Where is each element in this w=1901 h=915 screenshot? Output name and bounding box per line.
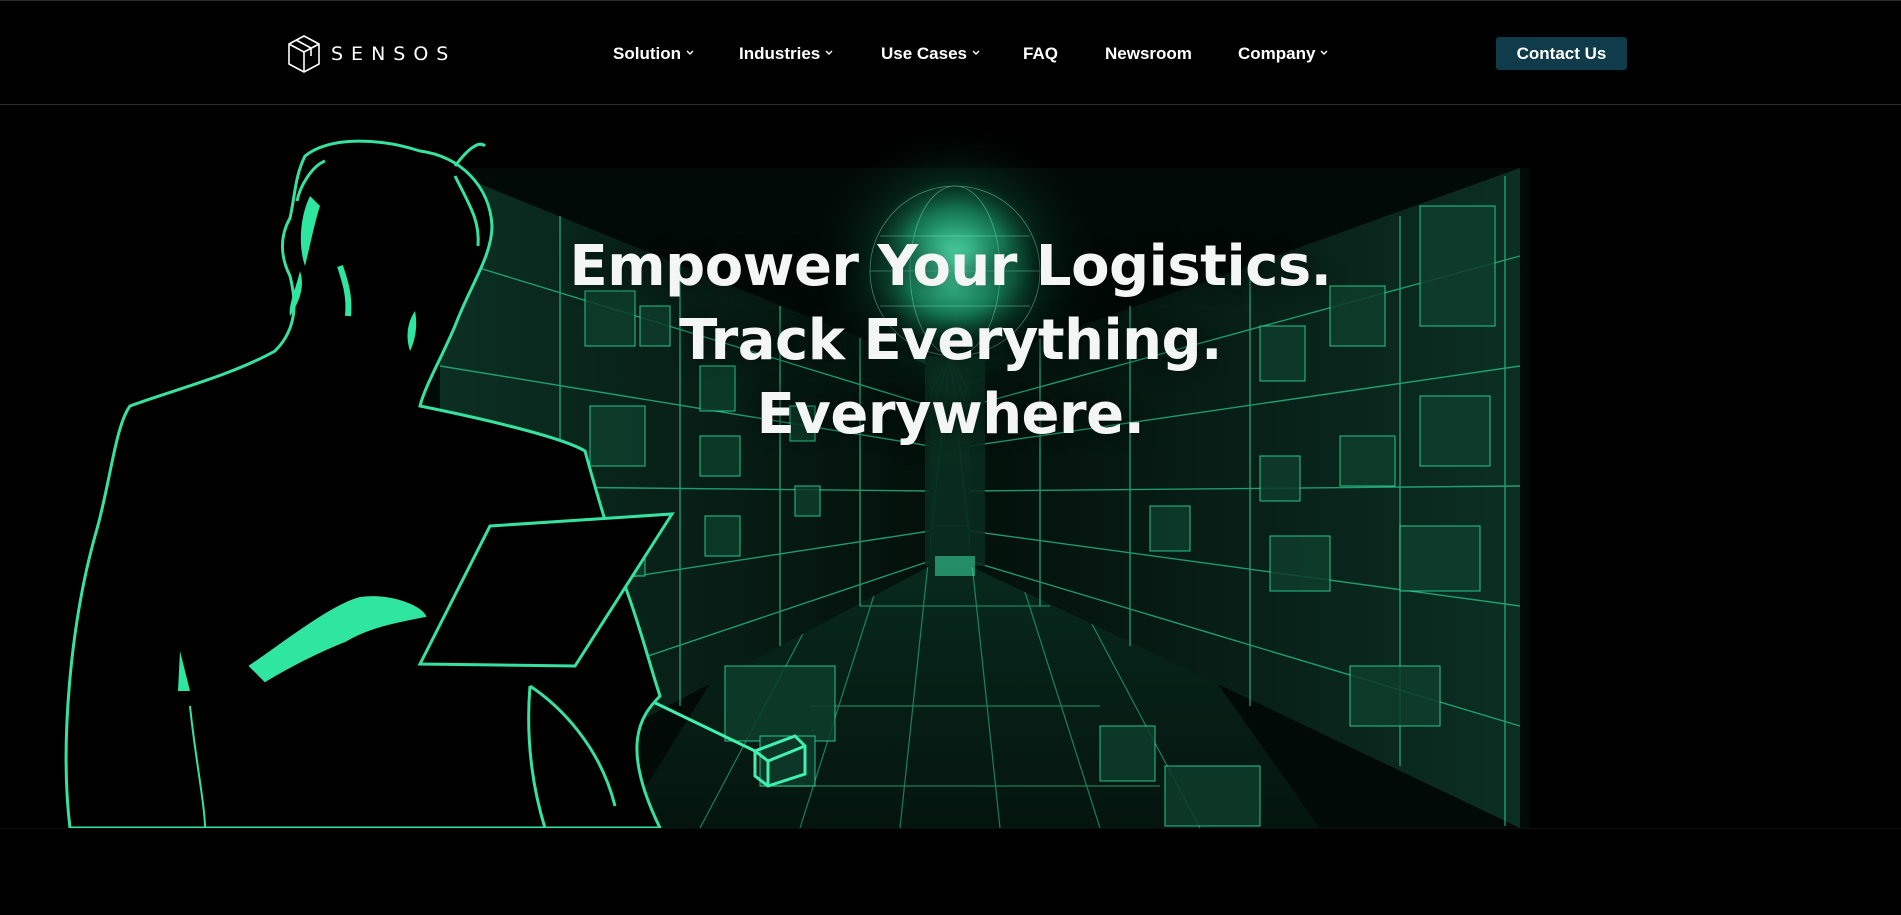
- nav-item-solution[interactable]: Solution: [613, 44, 695, 64]
- nav-item-label: Industries: [739, 44, 821, 63]
- nav-item-label: Newsroom: [1105, 44, 1192, 63]
- warehouse-hero-illustration: [64, 116, 1530, 828]
- nav-item-use-cases[interactable]: Use Cases: [881, 44, 981, 64]
- hero-headline-line-1: Empower Your Logistics.: [569, 234, 1332, 299]
- hero-headline: Empower Your Logistics. Track Everything…: [0, 230, 1901, 452]
- nav-item-company[interactable]: Company: [1238, 44, 1329, 64]
- nav-item-newsroom[interactable]: Newsroom: [1105, 44, 1192, 64]
- chevron-down-icon: [686, 50, 694, 55]
- site-header: SENSOS Solution Industries Use Cases FAQ…: [0, 0, 1901, 105]
- chevron-down-icon: [825, 50, 833, 55]
- hero-headline-line-2: Track Everything.: [679, 308, 1222, 373]
- hero-headline-line-3: Everywhere.: [756, 382, 1145, 447]
- nav-item-label: Company: [1238, 44, 1316, 63]
- contact-us-button[interactable]: Contact Us: [1496, 37, 1627, 70]
- page: SENSOS Solution Industries Use Cases FAQ…: [0, 0, 1901, 915]
- nav-item-faq[interactable]: FAQ: [1023, 44, 1058, 64]
- brand-logo-link[interactable]: SENSOS: [287, 34, 456, 74]
- nav-item-label: FAQ: [1023, 44, 1058, 63]
- nav-item-label: Solution: [613, 44, 681, 63]
- brand-name: SENSOS: [331, 43, 457, 65]
- hero-section: Empower Your Logistics. Track Everything…: [0, 106, 1901, 828]
- below-fold-section: [0, 828, 1901, 915]
- nav-item-label: Use Cases: [881, 44, 968, 63]
- nav-item-industries[interactable]: Industries: [739, 44, 834, 64]
- cube-outline-icon: [288, 35, 320, 73]
- chevron-down-icon: [1320, 50, 1328, 55]
- chevron-down-icon: [972, 50, 980, 55]
